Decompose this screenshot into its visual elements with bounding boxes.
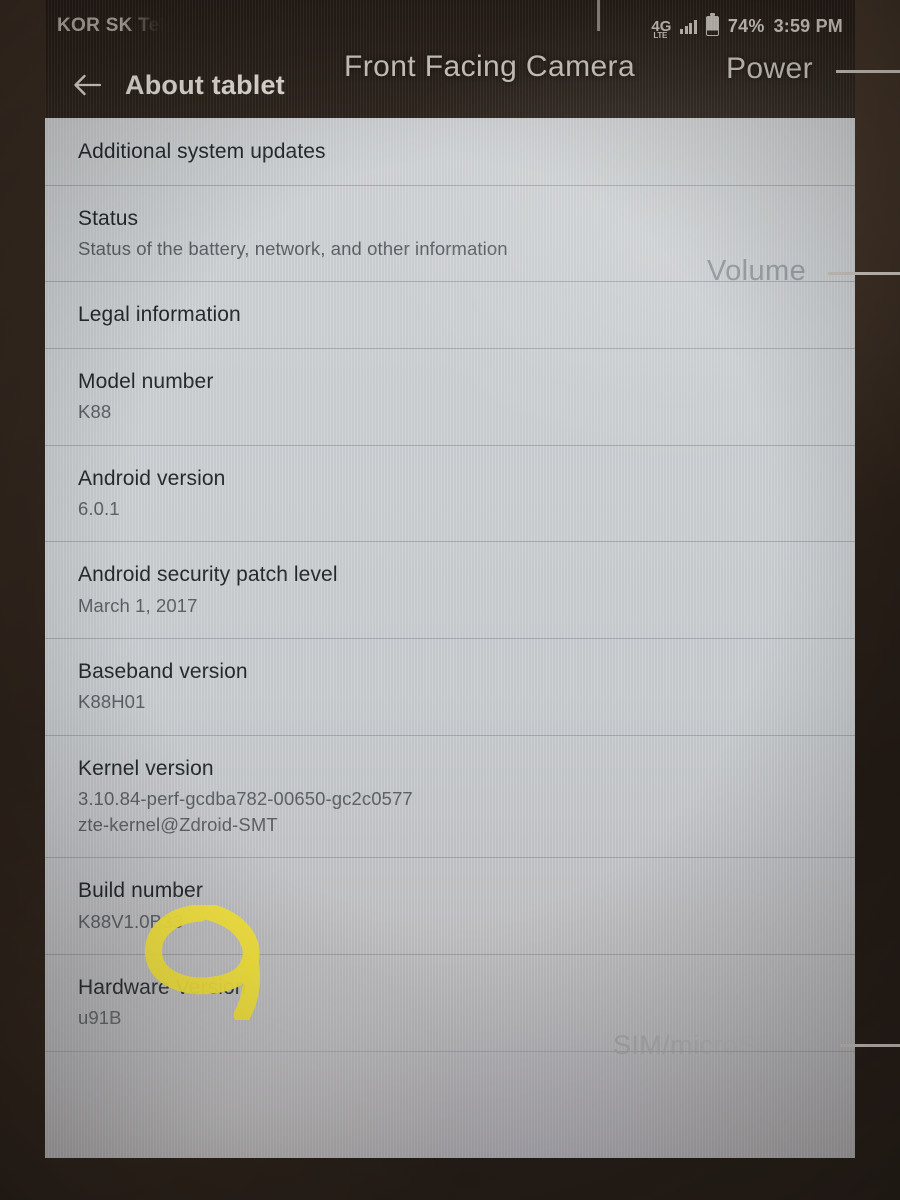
4g-lte-icon: 4G LTE	[651, 19, 671, 40]
carrier-label: KOR SK Tel	[57, 15, 166, 36]
list-item-title: Status	[78, 206, 139, 230]
list-item-title: Hardware Version	[78, 975, 247, 999]
list-item-value: 6.0.1	[78, 498, 120, 520]
list-item-model-number[interactable]: Model number K88	[45, 347, 855, 445]
network-sublabel: LTE	[653, 30, 668, 40]
list-item-android-version[interactable]: Android version 6.0.1	[45, 444, 855, 542]
list-item-additional-system-updates[interactable]: Additional system updates	[45, 118, 855, 185]
back-arrow-icon[interactable]	[59, 57, 115, 113]
tablet-photo: KOR SK Tel 4G LTE 74% 3:59 PM About tabl…	[0, 0, 900, 1200]
list-item-value: 3.10.84-perf-gcdba782-00650-gc2c0577	[78, 788, 413, 810]
list-item-value: u91B	[78, 1007, 122, 1029]
tablet-screen: KOR SK Tel 4G LTE 74% 3:59 PM About tabl…	[45, 0, 855, 1158]
list-item-status[interactable]: Status Status of the battery, network, a…	[45, 184, 855, 282]
list-item-value: K88	[78, 401, 112, 423]
list-item-title: Model number	[78, 369, 214, 393]
list-item-title: Kernel version	[78, 756, 214, 780]
list-item-android-security-patch-level[interactable]: Android security patch level March 1, 20…	[45, 541, 855, 638]
list-item-build-number[interactable]: Build number K88V1.0B33	[45, 857, 855, 954]
list-empty-area	[45, 1050, 855, 1158]
status-icons: 4G LTE 74% 3:59 PM	[651, 13, 843, 40]
signal-bars-icon	[680, 19, 697, 34]
status-bar: KOR SK Tel 4G LTE 74% 3:59 PM	[45, 0, 855, 52]
list-item-title: Build number	[78, 879, 203, 903]
list-item-subtitle: Status of the battery, network, and othe…	[78, 238, 508, 260]
page-title: About tablet	[125, 69, 285, 100]
list-item-value: March 1, 2017	[78, 594, 198, 616]
list-item-title: Baseband version	[78, 659, 248, 683]
app-bar: About tablet	[45, 52, 855, 118]
battery-percent-label: 74%	[727, 15, 765, 36]
list-item-value: K88H01	[78, 691, 146, 713]
list-item-title: Legal information	[78, 303, 241, 327]
list-item-hardware-version[interactable]: Hardware Version u91B	[45, 953, 855, 1051]
battery-icon	[705, 13, 719, 36]
list-item-legal-information[interactable]: Legal information	[45, 281, 855, 348]
list-item-kernel-version[interactable]: Kernel version 3.10.84-perf-gcdba782-006…	[45, 734, 855, 858]
list-item-title: Additional system updates	[78, 140, 326, 163]
list-item-baseband-version[interactable]: Baseband version K88H01	[45, 637, 855, 735]
list-item-title: Android security patch level	[78, 563, 338, 587]
settings-list: Additional system updates Status Status …	[45, 118, 855, 1158]
clock-label: 3:59 PM	[773, 15, 843, 36]
list-item-value: K88V1.0B33	[78, 910, 183, 932]
list-item-title: Android version	[78, 466, 226, 490]
list-item-value-line2: zte-kernel@Zdroid-SMT	[78, 814, 278, 836]
